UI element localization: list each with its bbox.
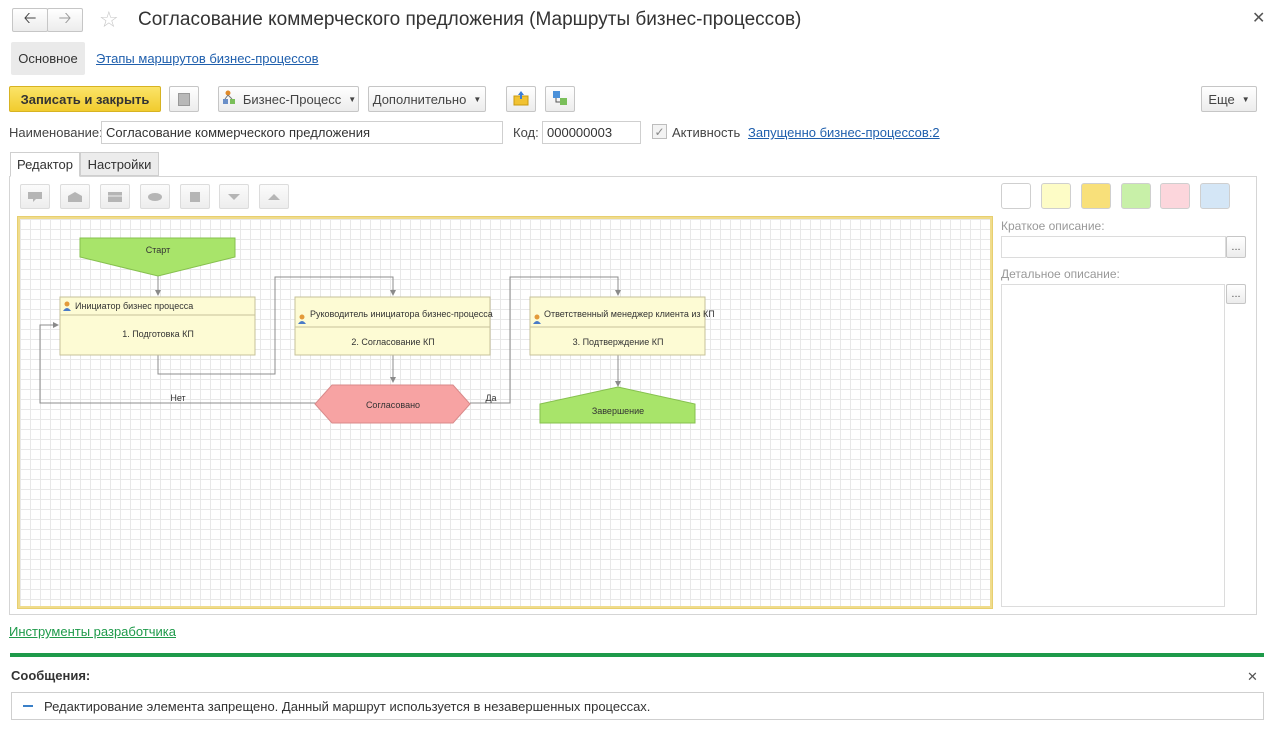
task-2-role: Руководитель инициатора бизнес-процесса bbox=[310, 309, 493, 319]
code-field[interactable]: 000000003 bbox=[542, 121, 641, 144]
swatch-pink[interactable] bbox=[1160, 183, 1190, 209]
save-icon bbox=[178, 92, 190, 106]
house-shape-icon bbox=[68, 191, 82, 202]
structure-button[interactable] bbox=[545, 86, 575, 112]
no-label: Нет bbox=[170, 393, 185, 403]
business-process-button[interactable]: Бизнес-Процесс ▼ bbox=[218, 86, 359, 112]
task-1-step: 1. Подготовка КП bbox=[122, 329, 194, 339]
triangle-down-tool-button[interactable] bbox=[219, 184, 249, 209]
nav-tab-stages[interactable]: Этапы маршрутов бизнес-процессов bbox=[96, 51, 319, 66]
additional-label: Дополнительно bbox=[372, 91, 467, 107]
arrow-left-icon: 🡠 bbox=[23, 9, 37, 27]
task-1-role: Инициатор бизнес процесса bbox=[75, 301, 193, 311]
task-box-tool-button[interactable] bbox=[100, 184, 130, 209]
end-node[interactable]: Завершение bbox=[539, 386, 696, 424]
code-label: Код: bbox=[513, 125, 539, 140]
star-icon[interactable]: ☆ bbox=[99, 7, 119, 33]
task-3-role: Ответственный менеджер клиента из КП bbox=[544, 309, 715, 319]
more-button[interactable]: Еще ▼ bbox=[1201, 86, 1257, 112]
business-process-label: Бизнес-Процесс bbox=[242, 91, 342, 107]
ellipsis-label: ... bbox=[1231, 288, 1241, 300]
decision-label: Согласовано bbox=[366, 400, 420, 410]
task-node-1[interactable]: Инициатор бизнес процесса 1. Подготовка … bbox=[59, 296, 256, 356]
activity-label: Активность bbox=[672, 125, 741, 140]
messages-divider bbox=[10, 653, 1264, 657]
save-close-label: Записать и закрыть bbox=[20, 91, 150, 107]
save-button[interactable] bbox=[169, 86, 199, 112]
task-box-icon bbox=[108, 191, 122, 202]
speech-bubble-tool-button[interactable] bbox=[20, 184, 50, 209]
tab-editor[interactable]: Редактор bbox=[10, 152, 80, 177]
detail-description-label: Детальное описание: bbox=[1001, 267, 1120, 281]
swatch-green[interactable] bbox=[1121, 183, 1151, 209]
nav-tab-main-label: Основное bbox=[18, 51, 78, 66]
name-field[interactable]: Согласование коммерческого предложения bbox=[101, 121, 503, 144]
caret-down-icon: ▼ bbox=[348, 94, 357, 104]
launched-processes-link[interactable]: Запущенно бизнес-процессов:2 bbox=[748, 125, 940, 140]
back-button[interactable]: 🡠 bbox=[12, 8, 48, 32]
message-item[interactable]: Редактирование элемента запрещено. Данны… bbox=[11, 692, 1264, 720]
page-title: Согласование коммерческого предложения (… bbox=[138, 9, 802, 30]
minus-icon bbox=[23, 705, 33, 707]
swatch-light-yellow[interactable] bbox=[1041, 183, 1071, 209]
short-description-field[interactable] bbox=[1001, 236, 1226, 258]
tab-editor-label: Редактор bbox=[17, 157, 73, 172]
decision-node[interactable]: Согласовано bbox=[314, 384, 471, 424]
folder-upload-icon bbox=[513, 90, 529, 109]
speech-bubble-icon bbox=[28, 191, 42, 202]
task-3-step: 3. Подтверждение КП bbox=[573, 337, 664, 347]
tab-settings[interactable]: Настройки bbox=[80, 152, 159, 176]
detail-description-select-button[interactable]: ... bbox=[1226, 284, 1246, 304]
short-description-label: Краткое описание: bbox=[1001, 219, 1105, 233]
check-icon: ✓ bbox=[654, 124, 665, 139]
start-label: Старт bbox=[146, 245, 170, 255]
upload-button[interactable] bbox=[506, 86, 536, 112]
activity-checkbox[interactable]: ✓ bbox=[652, 124, 667, 139]
task-node-2[interactable]: Руководитель инициатора бизнес-процесса … bbox=[294, 296, 493, 356]
additional-button[interactable]: Дополнительно ▼ bbox=[368, 86, 486, 112]
triangle-up-icon bbox=[268, 193, 280, 200]
yes-label: Да bbox=[485, 393, 496, 403]
nav-tab-main[interactable]: Основное bbox=[11, 42, 85, 75]
task-node-3[interactable]: Ответственный менеджер клиента из КП 3. … bbox=[529, 296, 715, 356]
tab-settings-label: Настройки bbox=[87, 156, 152, 172]
ellipsis-label: ... bbox=[1231, 241, 1241, 253]
square-tool-button[interactable] bbox=[180, 184, 210, 209]
caret-down-icon: ▼ bbox=[473, 94, 482, 104]
swatch-yellow[interactable] bbox=[1081, 183, 1111, 209]
diagram-svg: Старт Инициатор бизнес процесса 1. Подго… bbox=[39, 237, 715, 424]
task-2-step: 2. Согласование КП bbox=[351, 337, 434, 347]
triangle-up-tool-button[interactable] bbox=[259, 184, 289, 209]
ellipse-icon bbox=[148, 192, 162, 201]
message-text: Редактирование элемента запрещено. Данны… bbox=[44, 698, 651, 714]
save-close-button[interactable]: Записать и закрыть bbox=[9, 86, 161, 112]
swatch-blue[interactable] bbox=[1200, 183, 1230, 209]
detail-description-field[interactable] bbox=[1001, 284, 1225, 607]
messages-close-icon[interactable]: ✕ bbox=[1247, 669, 1258, 685]
diagram-canvas[interactable]: Старт Инициатор бизнес процесса 1. Подго… bbox=[17, 216, 993, 609]
caret-down-icon: ▼ bbox=[1241, 94, 1250, 104]
more-label: Еще bbox=[1208, 91, 1235, 107]
structure-icon bbox=[552, 90, 568, 109]
ellipse-tool-button[interactable] bbox=[140, 184, 170, 209]
developer-tools-link[interactable]: Инструменты разработчика bbox=[9, 624, 176, 639]
name-label: Наименование: bbox=[9, 125, 103, 140]
swatch-white[interactable] bbox=[1001, 183, 1031, 209]
arrow-right-icon: 🡢 bbox=[58, 9, 72, 27]
forward-button[interactable]: 🡢 bbox=[47, 8, 83, 32]
start-node[interactable]: Старт bbox=[79, 237, 236, 277]
short-description-select-button[interactable]: ... bbox=[1226, 236, 1246, 258]
triangle-down-icon bbox=[228, 193, 240, 200]
messages-title: Сообщения: bbox=[11, 668, 91, 683]
house-shape-tool-button[interactable] bbox=[60, 184, 90, 209]
square-icon bbox=[190, 191, 200, 202]
business-process-icon bbox=[221, 90, 237, 109]
close-icon[interactable]: ✕ bbox=[1252, 8, 1265, 28]
end-label: Завершение bbox=[592, 406, 644, 416]
